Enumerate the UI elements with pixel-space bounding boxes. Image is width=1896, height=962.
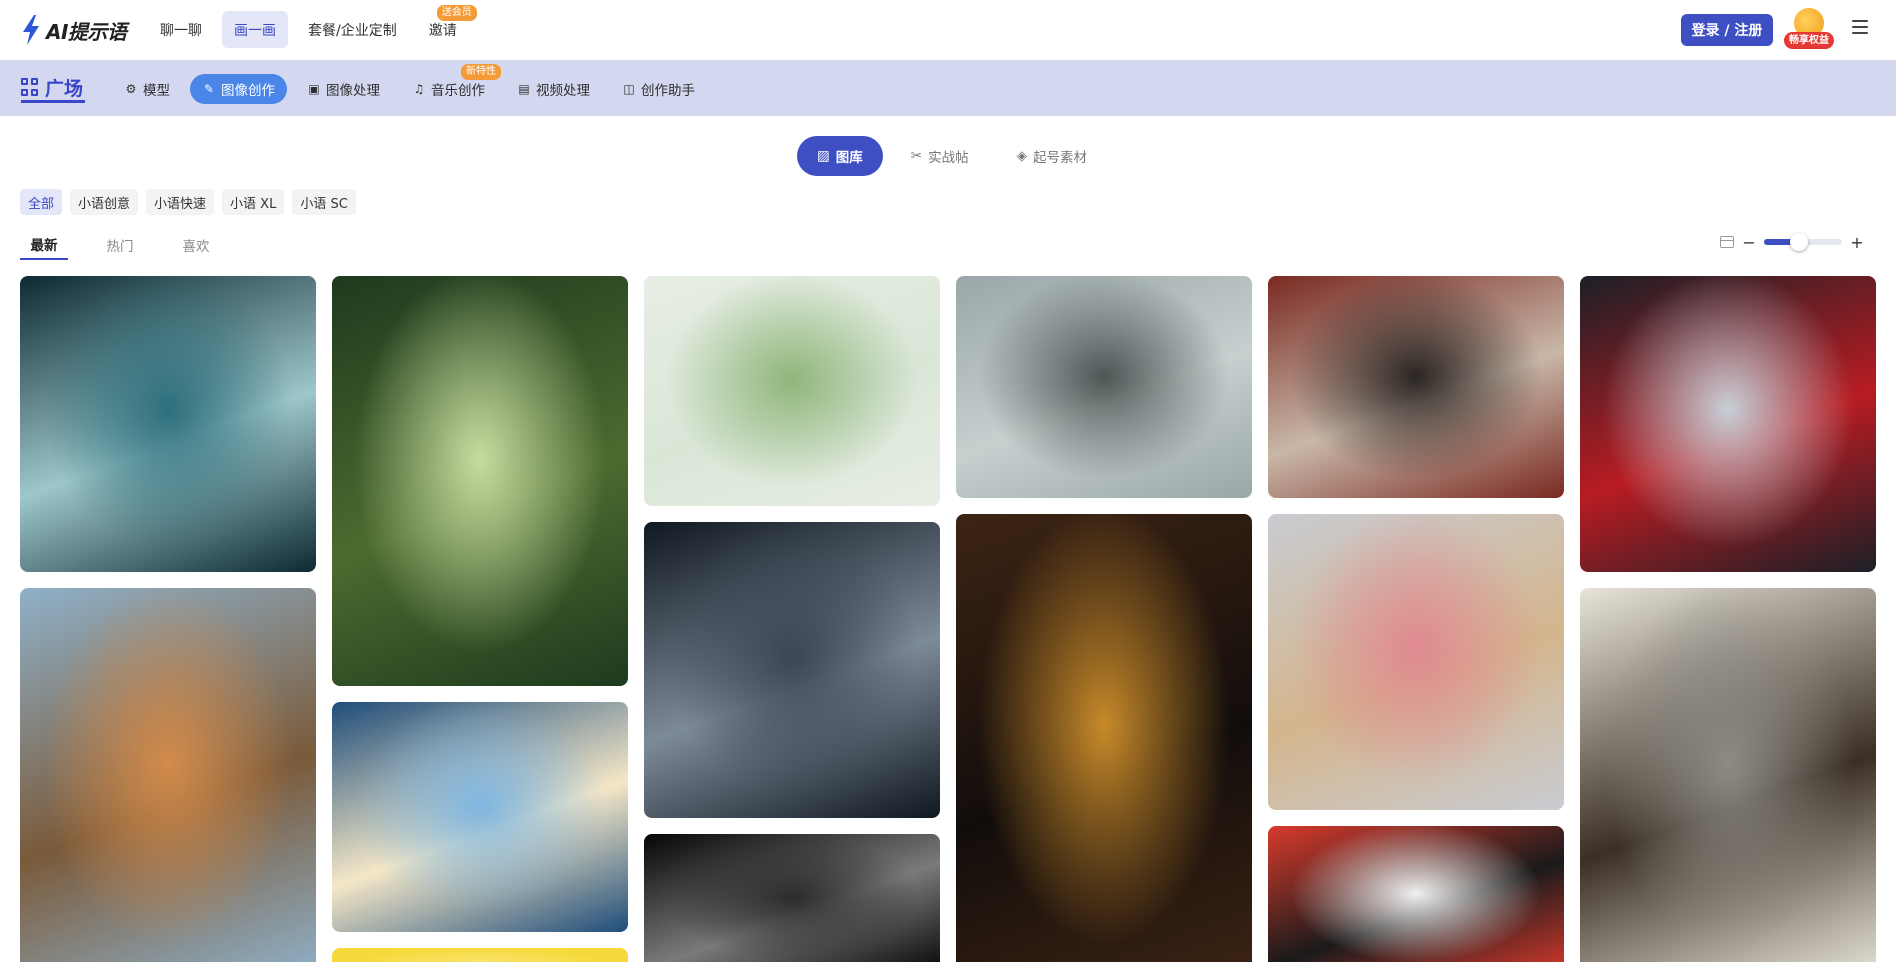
layout-toggle-icon[interactable] (1720, 236, 1734, 248)
subnav-video[interactable]: ▤ 视频处理 (505, 74, 602, 104)
gallery-image-snow-berries[interactable] (1580, 276, 1876, 572)
tab-practice-posts-label: 实战帖 (928, 150, 969, 166)
nav-draw-label: 画一画 (234, 22, 276, 39)
model-icon: ⚙ (125, 82, 137, 96)
grid-icon (21, 78, 39, 96)
filter-sc[interactable]: 小语 SC (292, 189, 356, 215)
sort-tabs: 最新 热门 喜欢 (20, 230, 248, 260)
invite-badge: 送会员 (436, 5, 477, 21)
subnav-image-create[interactable]: ✎ 图像创作 (190, 74, 287, 104)
sort-latest[interactable]: 最新 (20, 230, 68, 260)
subnav-music[interactable]: ♫ 音乐创作 新特性 (400, 64, 501, 104)
subnav-music-label: 音乐创作 (431, 83, 485, 99)
gallery-image-bottle-flowers[interactable] (332, 276, 628, 686)
gallery-image-panda-warrior[interactable] (1268, 276, 1564, 498)
subnav-items: ⚙ 模型 ✎ 图像创作 ▣ 图像处理 ♫ 音乐创作 新特性 ▤ 视频处理 ◫ 创… (112, 64, 707, 104)
nav-plans-label: 套餐/企业定制 (308, 22, 397, 39)
gallery-image-woman-doorway[interactable] (956, 514, 1252, 962)
zoom-slider-knob[interactable] (1790, 233, 1809, 251)
nav-invite-label: 邀请 (428, 22, 457, 39)
nav-plans[interactable]: 套餐/企业定制 (296, 11, 409, 48)
lightning-logo-icon (23, 15, 39, 45)
logo-text: AI提示语 (46, 19, 127, 44)
library-tabs: ▨ 图库 ✂ 实战帖 ◈ 起号素材 (797, 136, 1107, 176)
vip-benefits-button[interactable]: 畅享权益 (1784, 8, 1834, 52)
subnav-video-label: 视频处理 (536, 83, 590, 99)
app-logo[interactable]: AI提示语 (20, 12, 127, 48)
tools-icon: ✂ (910, 148, 923, 164)
gallery-image-armored-warrior[interactable] (956, 276, 1252, 498)
sort-liked[interactable]: 喜欢 (172, 230, 220, 260)
nav-chat-label: 聊一聊 (160, 22, 202, 39)
subnav-model[interactable]: ⚙ 模型 (112, 74, 182, 104)
top-header: AI提示语 聊一聊 画一画 套餐/企业定制 邀请 送会员 登录 / 注册 畅享权… (0, 0, 1896, 60)
login-register-button[interactable]: 登录 / 注册 (1681, 14, 1773, 46)
vip-label: 畅享权益 (1784, 32, 1834, 49)
sub-nav-bar: 广场 ⚙ 模型 ✎ 图像创作 ▣ 图像处理 ♫ 音乐创作 新特性 ▤ 视频处理 … (0, 60, 1896, 116)
tab-materials[interactable]: ◈ 起号素材 (997, 136, 1107, 176)
filter-creative[interactable]: 小语创意 (70, 189, 139, 215)
assistant-icon: ◫ (623, 82, 635, 96)
main-nav: 聊一聊 画一画 套餐/企业定制 邀请 送会员 (148, 5, 477, 48)
subnav-image-create-label: 图像创作 (221, 83, 275, 99)
filter-fast[interactable]: 小语快速 (146, 189, 215, 215)
filter-all[interactable]: 全部 (20, 189, 63, 215)
image-edit-icon: ▣ (308, 82, 320, 96)
video-icon: ▤ (518, 82, 530, 96)
tab-gallery[interactable]: ▨ 图库 (797, 136, 883, 176)
gallery-image-underwater-girl[interactable] (20, 276, 316, 572)
hamburger-menu-icon[interactable] (1852, 20, 1868, 36)
subnav-image-edit[interactable]: ▣ 图像处理 (295, 74, 392, 104)
gallery-image-eagle-flight[interactable] (1580, 588, 1876, 962)
gallery-image-roses-vase[interactable] (1268, 514, 1564, 810)
gallery-image-tiger-warrior[interactable] (20, 588, 316, 962)
square-tab[interactable]: 广场 (21, 74, 86, 103)
zoom-control: − + (1720, 232, 1864, 252)
gallery-icon: ▨ (817, 148, 830, 164)
subnav-assistant[interactable]: ◫ 创作助手 (610, 74, 707, 104)
zoom-out-button[interactable]: − (1742, 233, 1756, 252)
subnav-image-edit-label: 图像处理 (326, 83, 380, 99)
subnav-model-label: 模型 (143, 83, 170, 99)
gallery-image-bw-portrait[interactable] (644, 834, 940, 962)
zoom-slider[interactable] (1764, 233, 1842, 251)
music-badge: 新特性 (461, 64, 501, 80)
tab-practice-posts[interactable]: ✂ 实战帖 (891, 136, 989, 176)
nav-draw[interactable]: 画一画 (222, 11, 288, 48)
tab-gallery-label: 图库 (835, 150, 863, 166)
filter-xl[interactable]: 小语 XL (222, 189, 285, 215)
sort-popular[interactable]: 热门 (96, 230, 144, 260)
gallery-image-lotus-pond[interactable] (644, 276, 940, 506)
subnav-assistant-label: 创作助手 (641, 83, 695, 99)
music-icon: ♫ (413, 82, 425, 96)
gallery-image-scared-girl[interactable] (644, 522, 940, 818)
gallery-image-yellow-card[interactable] (332, 948, 628, 962)
zoom-in-button[interactable]: + (1850, 233, 1864, 252)
tab-materials-label: 起号素材 (1032, 150, 1087, 166)
square-tab-label: 广场 (45, 77, 84, 100)
layers-icon: ◈ (1016, 148, 1027, 164)
nav-invite[interactable]: 邀请 送会员 (417, 5, 477, 48)
gallery-image-ink-portrait[interactable] (1268, 826, 1564, 962)
gallery-image-dove-boat[interactable] (332, 702, 628, 932)
image-create-icon: ✎ (203, 82, 215, 96)
nav-chat[interactable]: 聊一聊 (148, 11, 214, 48)
model-filters: 全部 小语创意 小语快速 小语 XL 小语 SC (20, 189, 356, 215)
